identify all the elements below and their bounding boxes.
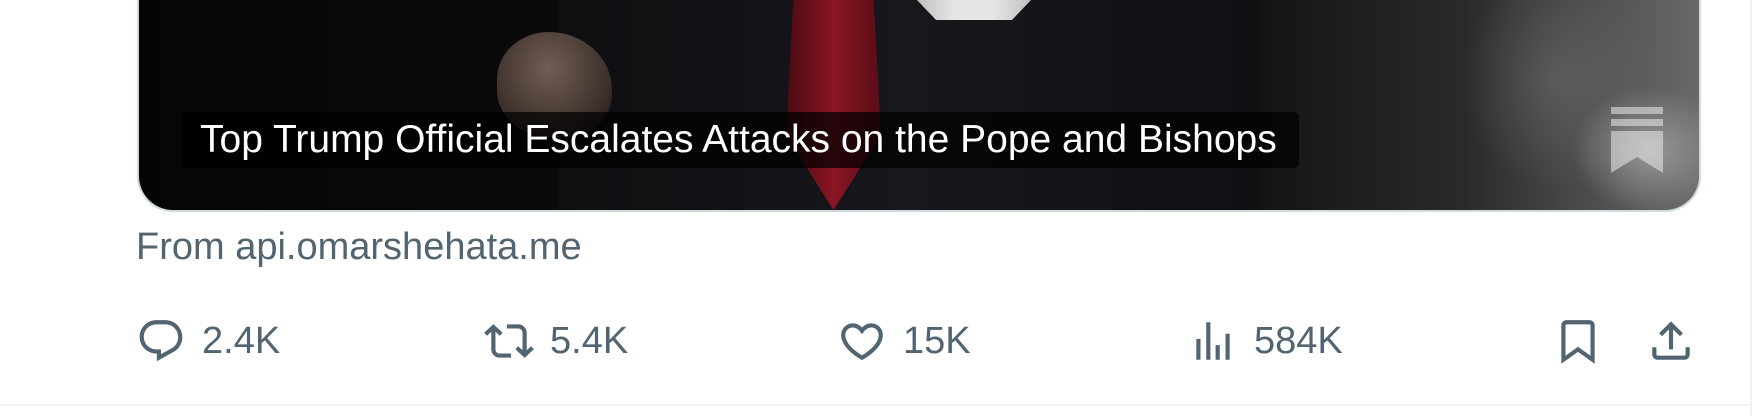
reply-icon [139,320,183,362]
repost-button[interactable]: 5.4K [484,315,628,367]
card-image-suit [559,0,1259,210]
tweet-footer: Top Trump Official Escalates Attacks on … [0,0,1754,416]
reply-count: 2.4K [202,320,281,362]
bookmark-button[interactable] [1553,315,1603,367]
like-count: 15K [903,320,971,362]
column-divider [1750,0,1752,416]
card-headline-text: Top Trump Official Escalates Attacks on … [200,118,1277,161]
analytics-icon [1196,322,1230,360]
share-icon [1652,321,1690,360]
reply-button[interactable]: 2.4K [136,315,280,367]
views-count: 584K [1254,320,1343,362]
link-preview-card[interactable]: Top Trump Official Escalates Attacks on … [137,0,1701,212]
views-button[interactable]: 584K [1188,315,1343,367]
bookmark-icon [1561,320,1595,364]
card-headline: Top Trump Official Escalates Attacks on … [182,112,1299,168]
share-button[interactable] [1646,315,1696,367]
heart-icon [841,323,883,361]
like-button[interactable]: 15K [837,315,971,367]
link-source[interactable]: From api.omarshehata.me [136,224,582,270]
tweet-divider [0,404,1750,406]
repost-count: 5.4K [550,320,629,362]
repost-icon [484,324,534,358]
bookmark-logo-icon [1611,107,1663,173]
